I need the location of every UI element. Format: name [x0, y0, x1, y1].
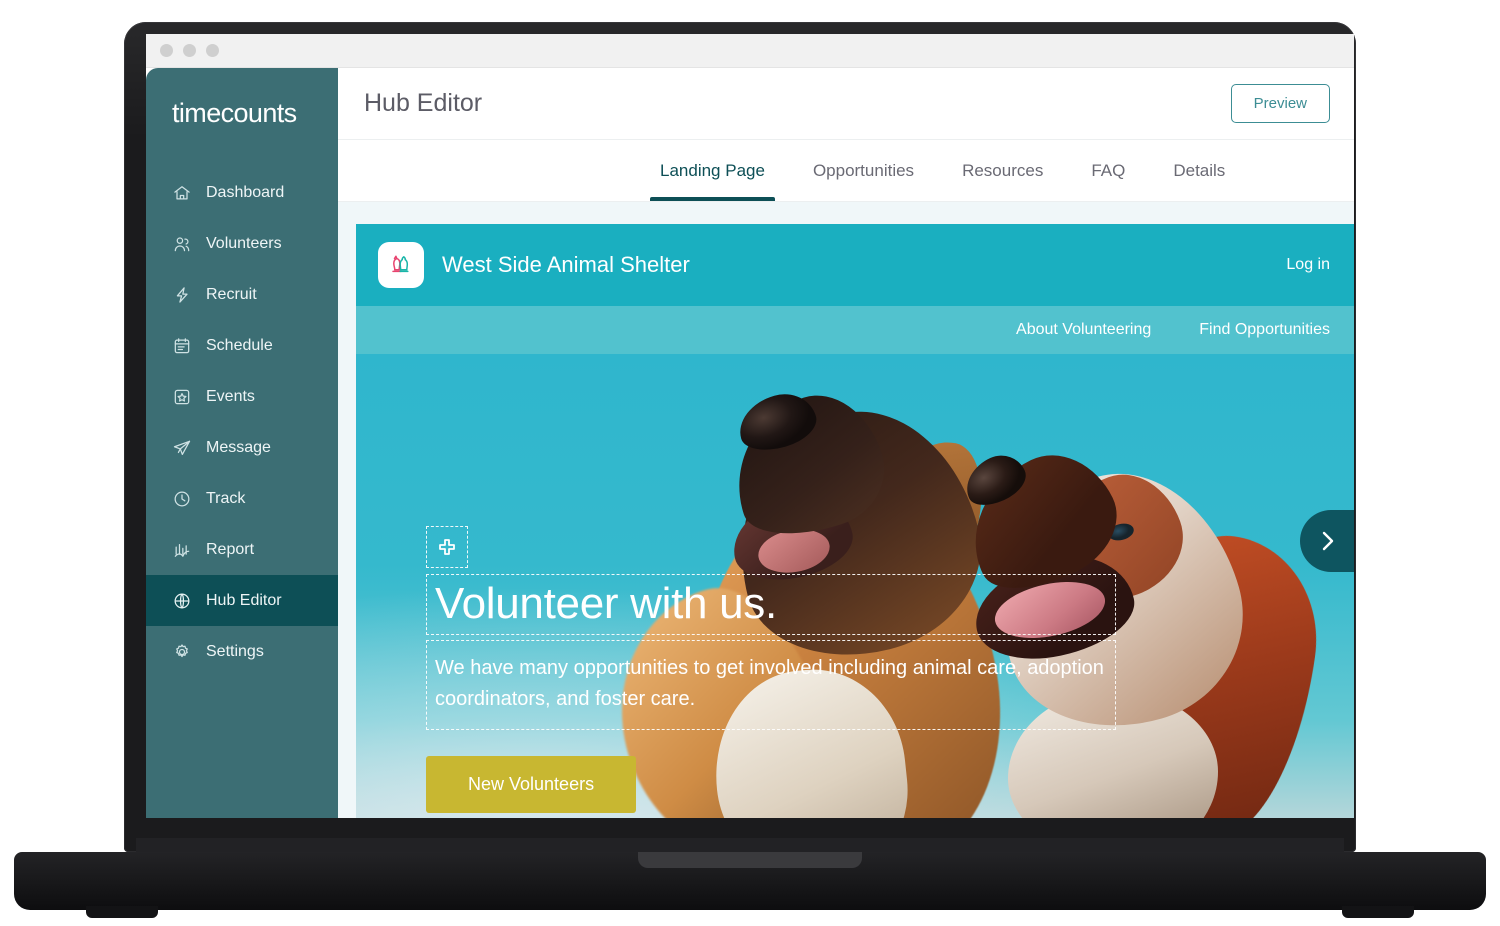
calendar-icon: [172, 336, 192, 356]
new-volunteers-button[interactable]: New Volunteers: [426, 755, 637, 813]
people-icon: [172, 234, 192, 254]
laptop-foot-right: [1342, 906, 1414, 918]
sidebar-item-dashboard[interactable]: Dashboard: [146, 167, 338, 218]
sidebar-nav: Dashboard Volunteers Recruit Schedule Ev…: [146, 167, 338, 677]
sidebar-item-hub-editor[interactable]: Hub Editor: [146, 575, 338, 626]
brand-logo[interactable]: timecounts: [146, 72, 338, 129]
sidebar-item-recruit[interactable]: Recruit: [146, 269, 338, 320]
sidebar-item-label: Recruit: [206, 285, 257, 303]
laptop-foot-left: [86, 906, 158, 918]
preview-button[interactable]: Preview: [1230, 84, 1330, 123]
sidebar-item-schedule[interactable]: Schedule: [146, 320, 338, 371]
star-box-icon: [172, 387, 192, 407]
sidebar-item-label: Schedule: [206, 336, 273, 354]
sidebar-item-volunteers[interactable]: Volunteers: [146, 218, 338, 269]
close-dot[interactable]: [160, 44, 173, 57]
editor-tabs: Landing Page Opportunities Resources FAQ…: [338, 140, 1354, 202]
sidebar-item-label: Report: [206, 540, 255, 558]
hero-subtitle-block[interactable]: We have many opportunities to get involv…: [426, 639, 1116, 730]
hub-brand[interactable]: West Side Animal Shelter: [378, 242, 690, 288]
chevron-right-icon[interactable]: [1300, 510, 1354, 572]
tab-resources[interactable]: Resources: [938, 140, 1067, 201]
gear-icon: [172, 642, 192, 662]
tab-opportunities[interactable]: Opportunities: [789, 140, 938, 201]
hub-preview: West Side Animal Shelter Log in About Vo…: [356, 224, 1354, 818]
hub-header: West Side Animal Shelter Log in: [356, 224, 1354, 306]
hero-title: Volunteer with us.: [435, 579, 777, 628]
tab-faq[interactable]: FAQ: [1067, 140, 1149, 201]
sidebar-item-track[interactable]: Track: [146, 473, 338, 524]
hub-nav-about-volunteering[interactable]: About Volunteering: [1016, 321, 1151, 339]
laptop-base: [14, 852, 1486, 910]
laptop-base-notch: [638, 852, 862, 868]
page-title: Hub Editor: [364, 89, 483, 117]
app-shell: timecounts Dashboard Volunteers Recruit …: [146, 68, 1354, 818]
tab-landing-page[interactable]: Landing Page: [636, 140, 789, 201]
sidebar-item-label: Settings: [206, 642, 264, 660]
paper-plane-icon: [172, 438, 192, 458]
page-header: Hub Editor Preview: [338, 68, 1354, 140]
sidebar-item-message[interactable]: Message: [146, 422, 338, 473]
minimize-dot[interactable]: [183, 44, 196, 57]
sidebar-item-label: Dashboard: [206, 183, 285, 201]
sidebar: timecounts Dashboard Volunteers Recruit …: [146, 68, 338, 818]
hero-subtitle: We have many opportunities to get involv…: [435, 656, 1104, 710]
hero-title-block[interactable]: Volunteer with us.: [426, 574, 1116, 635]
hub-nav-find-opportunities[interactable]: Find Opportunities: [1199, 321, 1330, 339]
clock-icon: [172, 489, 192, 509]
tab-details[interactable]: Details: [1149, 140, 1249, 201]
add-block-icon[interactable]: [426, 526, 468, 568]
sidebar-item-label: Volunteers: [206, 234, 282, 252]
lightning-icon: [172, 285, 192, 305]
browser-titlebar: [146, 34, 1354, 68]
hub-org-name: West Side Animal Shelter: [442, 252, 690, 277]
bar-chart-icon: [172, 540, 192, 560]
sidebar-item-events[interactable]: Events: [146, 371, 338, 422]
globe-icon: [172, 591, 192, 611]
laptop-screen: timecounts Dashboard Volunteers Recruit …: [146, 34, 1354, 818]
sidebar-item-label: Message: [206, 438, 271, 456]
main-content: Hub Editor Preview Landing Page Opportun…: [338, 68, 1354, 818]
cat-and-dog-logo-icon: [378, 242, 424, 288]
maximize-dot[interactable]: [206, 44, 219, 57]
hero-content: Volunteer with us. We have many opportun…: [426, 526, 1116, 813]
editor-canvas: West Side Animal Shelter Log in About Vo…: [338, 202, 1354, 818]
sidebar-item-label: Hub Editor: [206, 591, 282, 609]
sidebar-item-report[interactable]: Report: [146, 524, 338, 575]
sidebar-item-settings[interactable]: Settings: [146, 626, 338, 677]
laptop-mockup: timecounts Dashboard Volunteers Recruit …: [0, 0, 1500, 926]
sidebar-item-label: Track: [206, 489, 246, 507]
hub-nav: About Volunteering Find Opportunities: [356, 306, 1354, 354]
sidebar-item-label: Events: [206, 387, 255, 405]
hero-banner: Volunteer with us. We have many opportun…: [356, 354, 1354, 818]
home-icon: [172, 183, 192, 203]
hub-login-link[interactable]: Log in: [1286, 256, 1330, 274]
